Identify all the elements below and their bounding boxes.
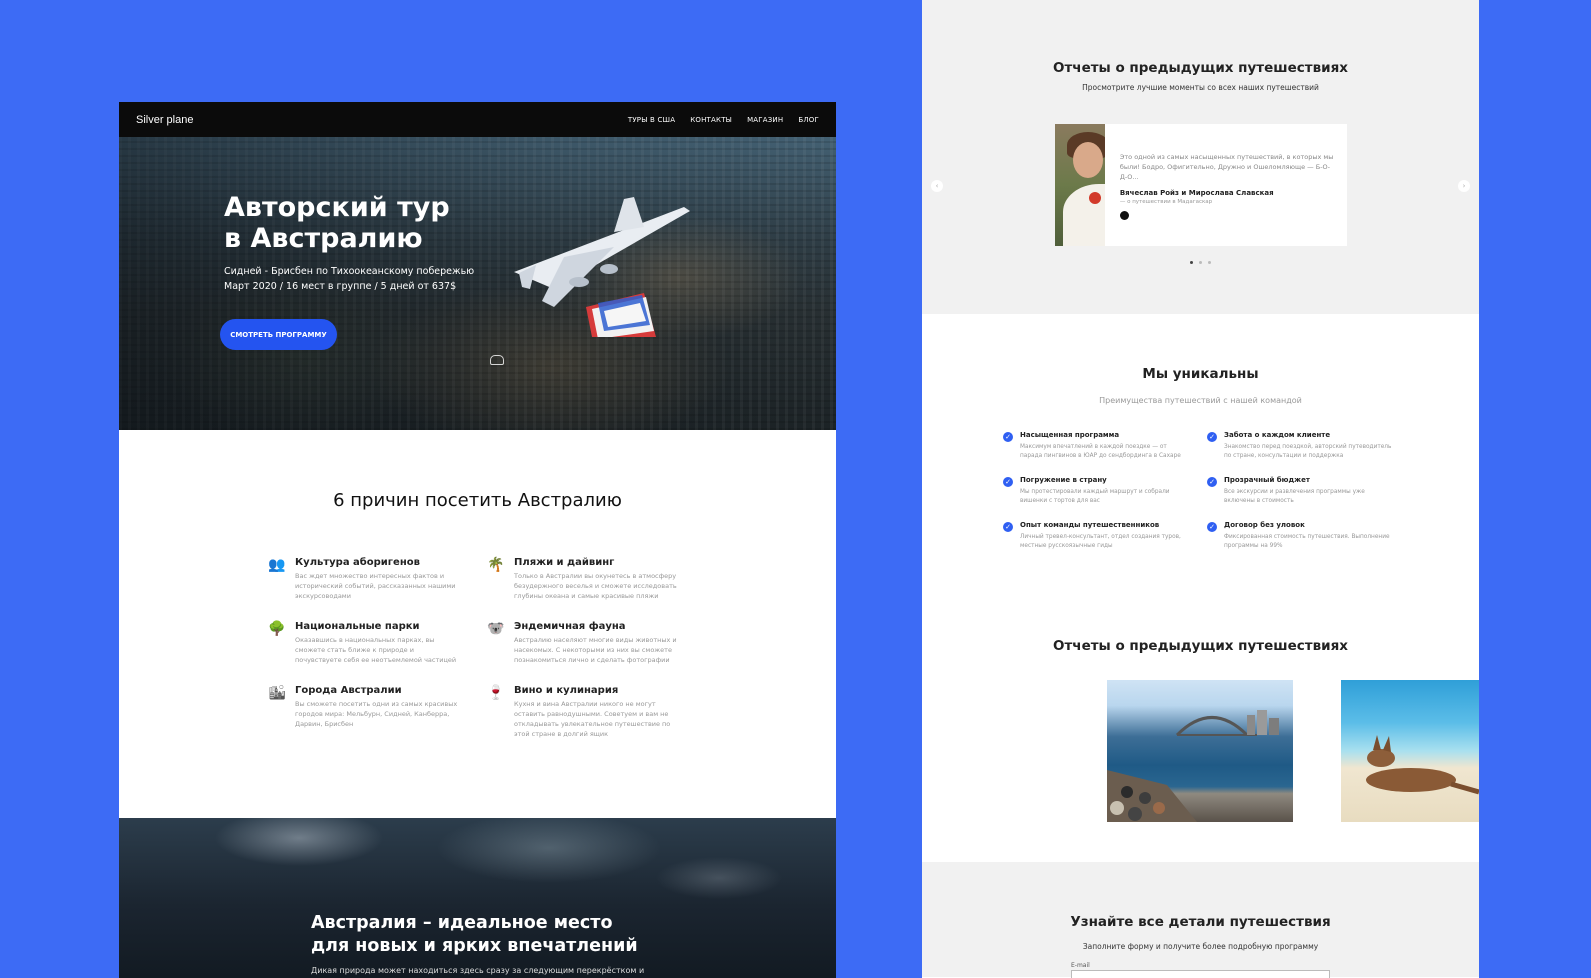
nav-item-tours[interactable]: ТУРЫ В США <box>628 116 675 124</box>
check-icon: ✓ <box>1207 432 1217 442</box>
advantage-item: ✓ Прозрачный бюджет Все экскурсии и развле… <box>1207 476 1411 506</box>
nav-menu: ТУРЫ В США КОНТАКТЫ МАГАЗИН БЛОГ <box>628 116 819 124</box>
unique-section: Мы уникальны Преимущества путешествий с … <box>922 314 1479 622</box>
top-nav: Silver plane ТУРЫ В США КОНТАКТЫ МАГАЗИН… <box>119 102 836 137</box>
check-icon: ✓ <box>1207 522 1217 532</box>
testimonial-trip: — о путешествии в Мадагаскар <box>1119 199 1213 205</box>
nav-item-blog[interactable]: БЛОГ <box>798 116 819 124</box>
reason-item: 🏙 Города Австралии Вы сможете посетить од… <box>268 685 458 728</box>
email-field[interactable] <box>1071 970 1330 978</box>
tree-icon: 🌳 <box>268 621 286 637</box>
reports-section: Отчеты о предыдущих путешествиях Просмот… <box>922 0 1479 314</box>
ocean-section: Австралия – идеальное место для новых и … <box>119 818 836 978</box>
hero-subtitle: Сидней - Брисбен по Тихоокеанскому побер… <box>224 266 475 292</box>
sydney-harbour-photo[interactable] <box>1107 680 1293 822</box>
nav-item-contacts[interactable]: КОНТАКТЫ <box>690 116 732 124</box>
testimonial-card: Это одной из самых насыщенных путешестви… <box>1055 124 1347 246</box>
unique-title: Мы уникальны <box>1142 366 1259 382</box>
reason-item: 🐨 Эндемичная фауна Австралию населяют мно… <box>487 621 677 664</box>
scroll-down-icon[interactable] <box>490 355 504 365</box>
ocean-text: Дикая природа может находиться здесь сра… <box>311 966 645 975</box>
reports-subtitle: Просмотрите лучшие моменты со всех наших… <box>1082 83 1319 92</box>
reasons-title: 6 причин посетить Австралию <box>333 490 622 511</box>
contact-section: Узнайте все детали путешествия Заполните… <box>922 862 1479 978</box>
hero-section: Авторский тур в Австралию Сидней - Брисб… <box>119 137 836 430</box>
advantage-item: ✓ Погружение в страну Мы протестировали ка… <box>1003 476 1207 506</box>
city-icon: 🏙 <box>268 685 286 701</box>
advantage-item: ✓ Насыщенная программа Максимум впечатлени… <box>1003 431 1207 461</box>
check-icon: ✓ <box>1207 477 1217 487</box>
testimonial-quote: Это одной из самых насыщенных путешестви… <box>1119 153 1334 181</box>
testimonial-author: Вячеслав Ройз и Мирослава Славская <box>1119 189 1274 197</box>
reason-item: 🌴 Пляжи и дайвинг Только в Австралии вы о… <box>487 557 677 600</box>
carousel-dot[interactable] <box>1199 261 1202 264</box>
check-icon: ✓ <box>1003 432 1013 442</box>
unique-subtitle: Преимущества путешествий с нашей командо… <box>1099 396 1302 405</box>
reports-gallery-title: Отчеты о предыдущих путешествиях <box>1053 638 1348 654</box>
landing-page-right: Отчеты о предыдущих путешествиях Просмот… <box>922 0 1479 978</box>
hero-title: Авторский тур в Австралию <box>224 192 450 254</box>
email-label: E-mail <box>1071 962 1090 969</box>
contact-subtitle: Заполните форму и получите более подробн… <box>1082 942 1319 951</box>
couple-photo <box>1055 124 1105 246</box>
reasons-grid: 👥 Культура аборигенов Вас ждет множество … <box>267 557 836 739</box>
carousel-dots <box>1190 261 1211 264</box>
contact-title: Узнайте все детали путешествия <box>1070 914 1331 930</box>
check-icon: ✓ <box>1003 477 1013 487</box>
carousel-dot[interactable] <box>1208 261 1211 264</box>
landing-page-left: Silver plane ТУРЫ В США КОНТАКТЫ МАГАЗИН… <box>119 102 836 978</box>
advantages-grid: ✓ Насыщенная программа Максимум впечатлени… <box>1003 431 1479 551</box>
view-program-button[interactable]: СМОТРЕТЬ ПРОГРАММУ <box>220 319 337 350</box>
carousel-next-arrow-icon[interactable]: › <box>1458 180 1470 192</box>
wine-icon: 🍷 <box>487 685 505 701</box>
kangaroo-beach-photo[interactable] <box>1341 680 1479 822</box>
play-icon[interactable] <box>1119 211 1129 220</box>
logo[interactable]: Silver plane <box>136 114 193 126</box>
carousel-dot[interactable] <box>1190 261 1193 264</box>
koala-icon: 🐨 <box>487 621 505 637</box>
people-icon: 👥 <box>268 557 286 573</box>
reason-item: 👥 Культура аборигенов Вас ждет множество … <box>268 557 456 600</box>
reports-title: Отчеты о предыдущих путешествиях <box>1053 60 1348 76</box>
nav-item-shop[interactable]: МАГАЗИН <box>747 116 783 124</box>
advantage-item: ✓ Забота о каждом клиенте Знакомство перед… <box>1207 431 1411 461</box>
palm-icon: 🌴 <box>487 557 505 573</box>
ocean-title: Австралия – идеальное место для новых и … <box>311 913 638 956</box>
check-icon: ✓ <box>1003 522 1013 532</box>
advantage-item: ✓ Опыт команды путешественников Личный тре… <box>1003 521 1207 551</box>
reason-item: 🍷 Вино и кулинария Кухня и вина Австралии… <box>487 685 671 738</box>
reason-item: 🌳 Национальные парки Оказавшись в национа… <box>268 621 457 664</box>
advantage-item: ✓ Договор без уловок Фиксированная стоимос… <box>1207 521 1411 551</box>
carousel-prev-arrow-icon[interactable]: ‹ <box>931 180 943 192</box>
reasons-section: 6 причин посетить Австралию 👥 Культура а… <box>119 430 836 818</box>
